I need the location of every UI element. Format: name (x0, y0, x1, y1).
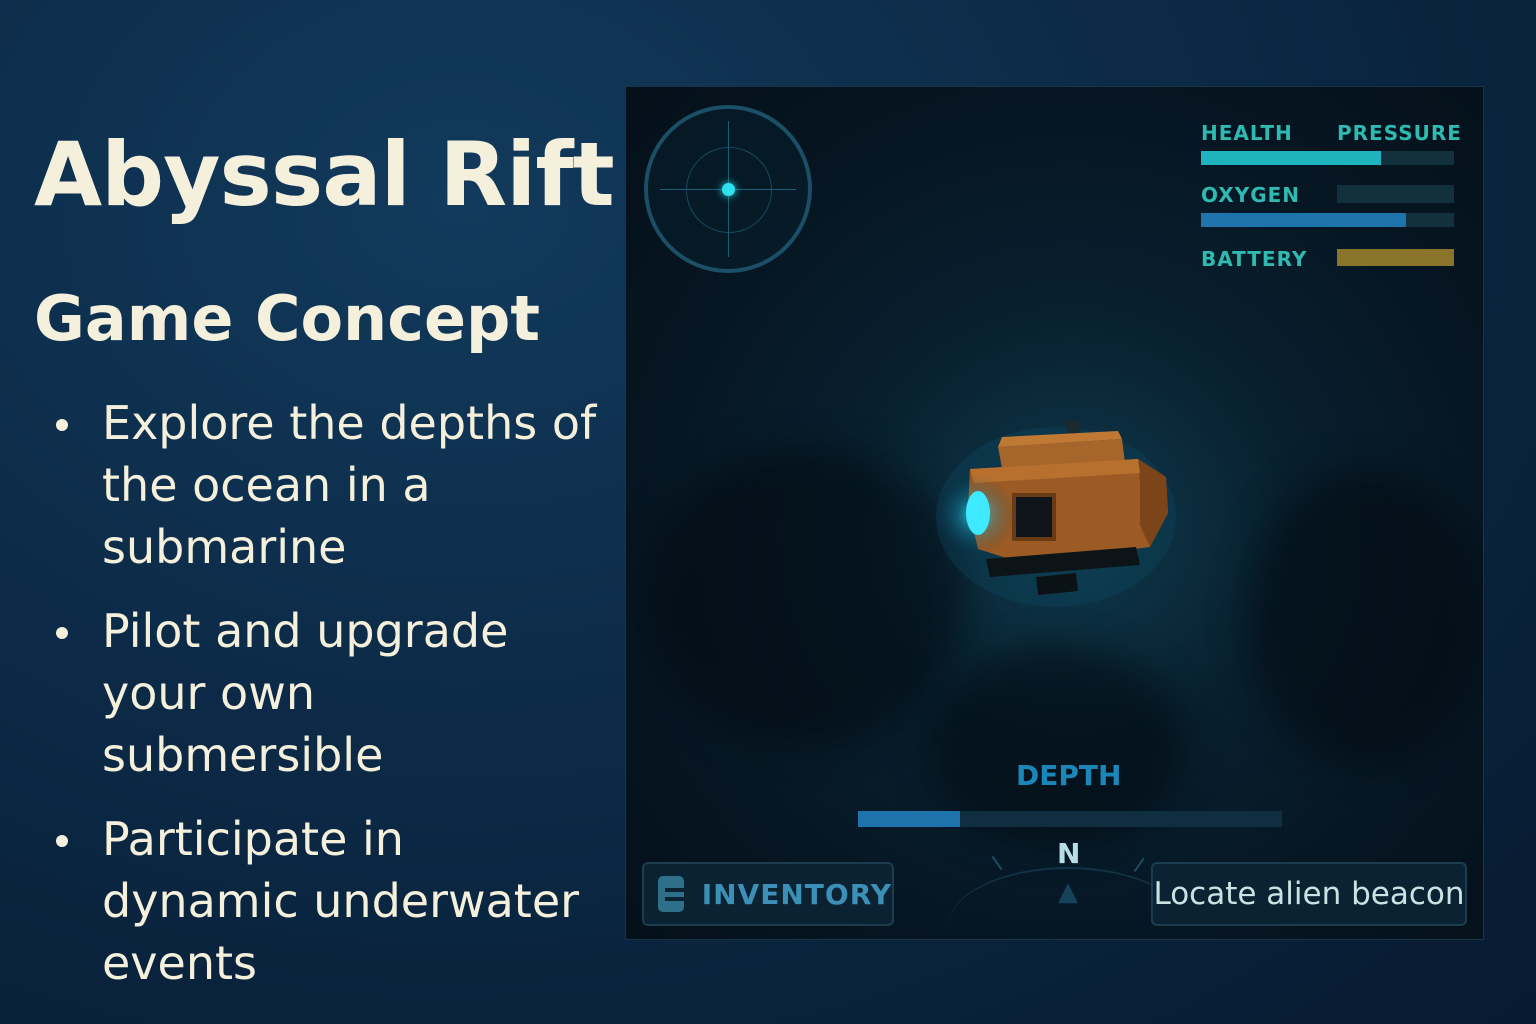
seafloor-rock (646, 447, 966, 747)
compass-tick (991, 855, 1003, 871)
game-viewport: HEALTH PRESSURE OXYGEN BATTERY DEPTH N ▲… (625, 86, 1484, 940)
radar-icon (644, 105, 812, 273)
oxygen-bar-fill (1201, 213, 1406, 227)
pressure-bar (1337, 185, 1454, 203)
objective-text: Locate alien beacon (1153, 876, 1465, 912)
oxygen-bar (1201, 213, 1454, 227)
compass-arrow-icon: ▲ (1058, 877, 1078, 907)
feature-text: Explore the depths of the ocean in a sub… (102, 396, 597, 574)
feature-text: Pilot and upgrade your own submersible (102, 604, 509, 782)
depth-bar-fill (858, 811, 960, 827)
feature-item: Pilot and upgrade your own submersible (50, 600, 610, 786)
depth-label: DEPTH (1016, 759, 1122, 792)
battery-bar-fill (1337, 249, 1454, 266)
health-bar (1201, 151, 1454, 165)
radar-player-dot (722, 183, 735, 196)
inventory-label: INVENTORY (701, 877, 892, 911)
inventory-button[interactable]: INVENTORY (642, 862, 894, 926)
pressure-label: PRESSURE (1337, 121, 1462, 145)
seafloor-rock (1246, 467, 1483, 767)
depth-bar (858, 811, 1282, 827)
health-bar-fill (1201, 151, 1381, 165)
inventory-icon (658, 876, 687, 912)
oxygen-label: OXYGEN (1201, 183, 1301, 207)
feature-list: Explore the depths of the ocean in a sub… (50, 392, 610, 1016)
battery-bar (1337, 249, 1454, 266)
bullet-icon (56, 627, 68, 639)
submarine-icon (936, 421, 1176, 607)
battery-label: BATTERY (1201, 247, 1308, 271)
health-label: HEALTH (1201, 121, 1293, 145)
feature-item: Explore the depths of the ocean in a sub… (50, 392, 610, 578)
game-title: Abyssal Rift (34, 123, 615, 226)
feature-text: Participate in dynamic underwater events (102, 812, 580, 990)
bullet-icon (56, 419, 68, 431)
slide-subtitle: Game Concept (34, 282, 541, 355)
feature-item: Participate in dynamic underwater events (50, 808, 610, 994)
bullet-icon (56, 835, 68, 847)
compass-heading: N (1057, 837, 1081, 870)
objective-panel[interactable]: Locate alien beacon (1151, 862, 1467, 926)
compass-tick (1133, 857, 1145, 873)
